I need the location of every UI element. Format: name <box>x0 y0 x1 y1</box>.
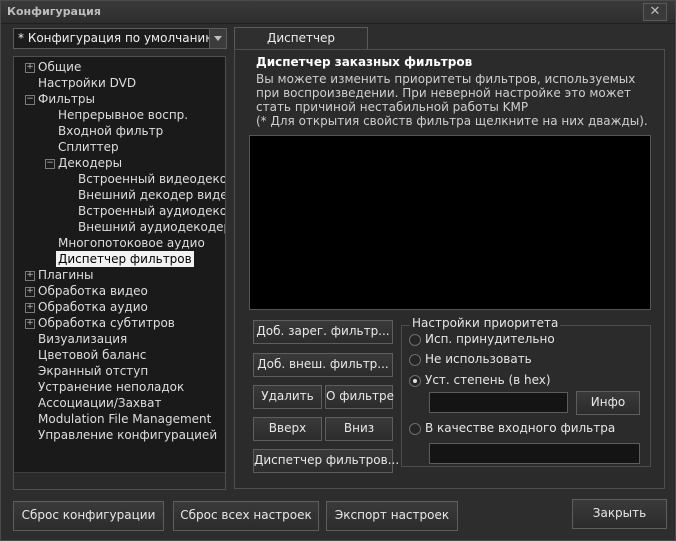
tree-item-video-processing[interactable]: Обработка видео <box>38 283 148 299</box>
add-registered-filter-button[interactable]: Доб. зарег. фильтр... <box>253 320 393 344</box>
add-external-filter-button[interactable]: Доб. внеш. фильтр... <box>253 353 393 377</box>
filter-list[interactable] <box>249 135 651 310</box>
tree-item-audio-processing[interactable]: Обработка аудио <box>38 299 148 315</box>
close-button[interactable]: Закрыть <box>572 499 667 529</box>
tree-item-subtitle-processing[interactable]: Обработка субтитров <box>38 315 175 331</box>
description-text: Вы можете изменить приоритеты фильтров, … <box>256 72 648 128</box>
settings-tree[interactable]: Общие + Настройки DVD Фильтры − Непрерыв… <box>13 56 226 490</box>
export-settings-button[interactable]: Экспорт настроек <box>326 501 458 531</box>
priority-settings-title: Настройки приоритета <box>410 316 561 330</box>
filter-manager-button[interactable]: Диспетчер фильтров... <box>253 449 399 473</box>
tree-horizontal-scrollbar[interactable] <box>14 472 225 489</box>
info-button[interactable]: Инфо <box>576 391 640 415</box>
about-filter-button[interactable]: О фильтре <box>325 385 394 409</box>
title-bar: Конфигурация ✕ <box>1 1 675 24</box>
chevron-down-icon[interactable] <box>209 29 226 48</box>
tree-item-filter-manager[interactable]: Диспетчер фильтров <box>56 251 194 267</box>
reset-all-settings-button[interactable]: Сброс всех настроек <box>173 501 319 531</box>
radio-set-priority-hex-label: Уст. степень (в hex) <box>425 373 551 387</box>
tree-item-plugins[interactable]: Плагины <box>38 267 93 283</box>
tree-item-dvd[interactable]: Настройки DVD <box>38 75 136 91</box>
tree-item-visualization[interactable]: Визуализация <box>38 331 127 347</box>
tree-item-general[interactable]: Общие <box>38 59 81 75</box>
radio-force-use[interactable] <box>409 334 421 346</box>
tree-item-external-video-decoder[interactable]: Внешний декодер видео <box>78 187 225 203</box>
config-preset-select[interactable]: * Конфигурация по умолчанию <box>13 28 227 49</box>
tree-item-builtin-video-decoder[interactable]: Встроенный видеодекодер <box>78 171 225 187</box>
move-down-button[interactable]: Вниз <box>325 417 393 441</box>
expand-icon[interactable]: + <box>25 303 35 313</box>
tree-item-decoders[interactable]: Декодеры <box>58 155 122 171</box>
radio-set-priority-hex[interactable] <box>409 375 421 387</box>
close-icon[interactable]: ✕ <box>643 3 667 21</box>
radio-do-not-use-label: Не использовать <box>425 352 532 366</box>
collapse-icon[interactable]: − <box>25 95 35 105</box>
input-filter-field[interactable] <box>429 443 640 464</box>
tree-item-associations[interactable]: Ассоциации/Захват <box>38 395 161 411</box>
tree-item-splitter[interactable]: Сплиттер <box>58 139 119 155</box>
config-preset-value: * Конфигурация по умолчанию <box>18 31 216 45</box>
tree-item-filters[interactable]: Фильтры <box>38 91 95 107</box>
tree-item-modulation[interactable]: Modulation File Management <box>38 411 211 427</box>
collapse-icon[interactable]: − <box>45 159 55 169</box>
expand-icon[interactable]: + <box>25 63 35 73</box>
radio-force-use-label: Исп. принудительно <box>425 332 555 346</box>
tree-item-multistream-audio[interactable]: Многопотоковое аудио <box>58 235 205 251</box>
priority-hex-input[interactable] <box>429 392 568 413</box>
radio-as-input-filter[interactable] <box>409 423 421 435</box>
tree-item-external-audio-decoder[interactable]: Внешний аудиодекодер <box>78 219 225 235</box>
tree-item-screen-margin[interactable]: Экранный отступ <box>38 363 148 379</box>
tab-filter-manager[interactable]: Диспетчер фильтров <box>234 27 368 66</box>
radio-as-input-filter-label: В качестве входного фильтра <box>425 421 616 435</box>
group-title: Диспетчер заказных фильтров <box>256 55 473 69</box>
tree-item-troubleshooting[interactable]: Устранение неполадок <box>38 379 184 395</box>
expand-icon[interactable]: + <box>25 319 35 329</box>
radio-do-not-use[interactable] <box>409 354 421 366</box>
reset-config-button[interactable]: Сброс конфигурации <box>13 501 164 531</box>
tree-item-builtin-audio-decoder[interactable]: Встроенный аудиодекодер <box>78 203 225 219</box>
window-title: Конфигурация <box>7 5 101 18</box>
tree-item-color-balance[interactable]: Цветовой баланс <box>38 347 146 363</box>
move-up-button[interactable]: Вверх <box>253 417 322 441</box>
tree-item-continuous-play[interactable]: Непрерывное воспр. <box>58 107 188 123</box>
tree-item-config-management[interactable]: Управление конфигурацией <box>38 427 217 443</box>
expand-icon[interactable]: + <box>25 271 35 281</box>
expand-icon[interactable]: + <box>25 287 35 297</box>
delete-button[interactable]: Удалить <box>253 385 322 409</box>
tree-item-input-filter[interactable]: Входной фильтр <box>58 123 163 139</box>
